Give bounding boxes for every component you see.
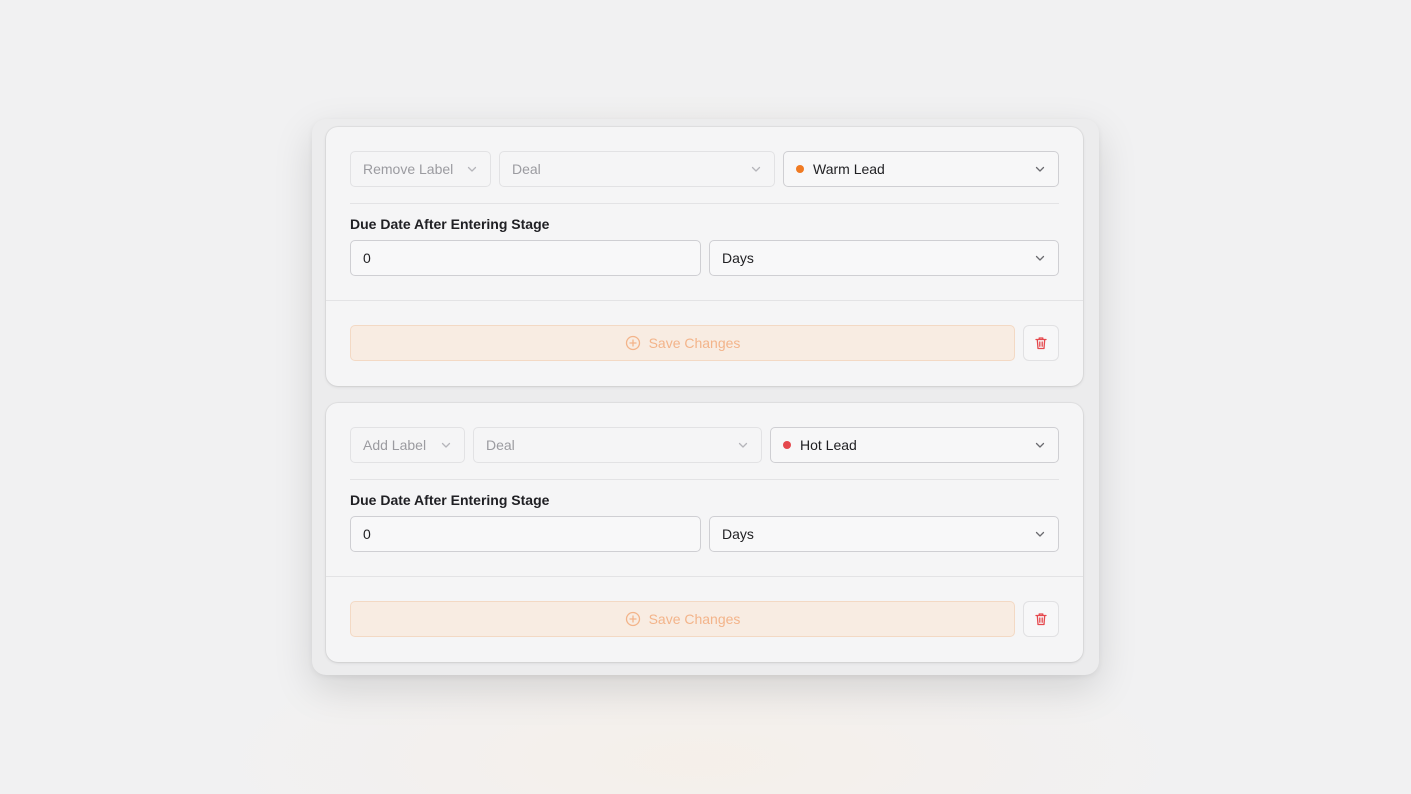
save-changes-label: Save Changes — [648, 335, 741, 351]
unit-select[interactable]: Days — [709, 240, 1059, 276]
chevron-down-icon — [1035, 166, 1045, 172]
rule-card: Add Label Deal Hot Lead Due Date After E… — [326, 403, 1083, 662]
chevron-down-icon — [1035, 442, 1045, 448]
stage-select[interactable]: Warm Lead — [783, 151, 1059, 187]
stage-color-dot — [796, 165, 804, 173]
action-select-value: Add Label — [363, 437, 427, 453]
action-select-value: Remove Label — [363, 161, 454, 177]
chevron-down-icon — [467, 166, 477, 172]
due-date-label: Due Date After Entering Stage — [350, 492, 550, 508]
chevron-down-icon — [738, 442, 748, 448]
trash-icon — [1035, 613, 1047, 626]
due-date-value[interactable] — [363, 526, 688, 542]
divider — [350, 203, 1059, 204]
divider — [326, 300, 1083, 301]
automation-panel: Remove Label Deal Warm Lead Due Date Aft… — [312, 119, 1099, 675]
entity-select[interactable]: Deal — [473, 427, 762, 463]
chevron-down-icon — [1035, 531, 1045, 537]
delete-button[interactable] — [1023, 325, 1059, 361]
stage-color-dot — [783, 441, 791, 449]
due-date-input[interactable] — [350, 516, 701, 552]
plus-circle-icon — [625, 611, 640, 627]
chevron-down-icon — [751, 166, 761, 172]
stage-select-value: Warm Lead — [813, 161, 885, 177]
entity-select-value: Deal — [512, 161, 541, 177]
rule-card: Remove Label Deal Warm Lead Due Date Aft… — [326, 127, 1083, 386]
plus-circle-icon — [625, 335, 640, 351]
unit-select-value: Days — [722, 250, 754, 266]
due-date-input[interactable] — [350, 240, 701, 276]
trash-icon — [1035, 337, 1047, 350]
stage-select-value: Hot Lead — [800, 437, 857, 453]
save-changes-button[interactable]: Save Changes — [350, 325, 1015, 361]
unit-select[interactable]: Days — [709, 516, 1059, 552]
action-select[interactable]: Add Label — [350, 427, 465, 463]
divider — [326, 576, 1083, 577]
unit-select-value: Days — [722, 526, 754, 542]
save-changes-label: Save Changes — [648, 611, 741, 627]
chevron-down-icon — [1035, 255, 1045, 261]
entity-select-value: Deal — [486, 437, 515, 453]
entity-select[interactable]: Deal — [499, 151, 775, 187]
due-date-label: Due Date After Entering Stage — [350, 216, 550, 232]
action-select[interactable]: Remove Label — [350, 151, 491, 187]
stage-select[interactable]: Hot Lead — [770, 427, 1059, 463]
due-date-value[interactable] — [363, 250, 688, 266]
chevron-down-icon — [441, 442, 451, 448]
divider — [350, 479, 1059, 480]
delete-button[interactable] — [1023, 601, 1059, 637]
save-changes-button[interactable]: Save Changes — [350, 601, 1015, 637]
